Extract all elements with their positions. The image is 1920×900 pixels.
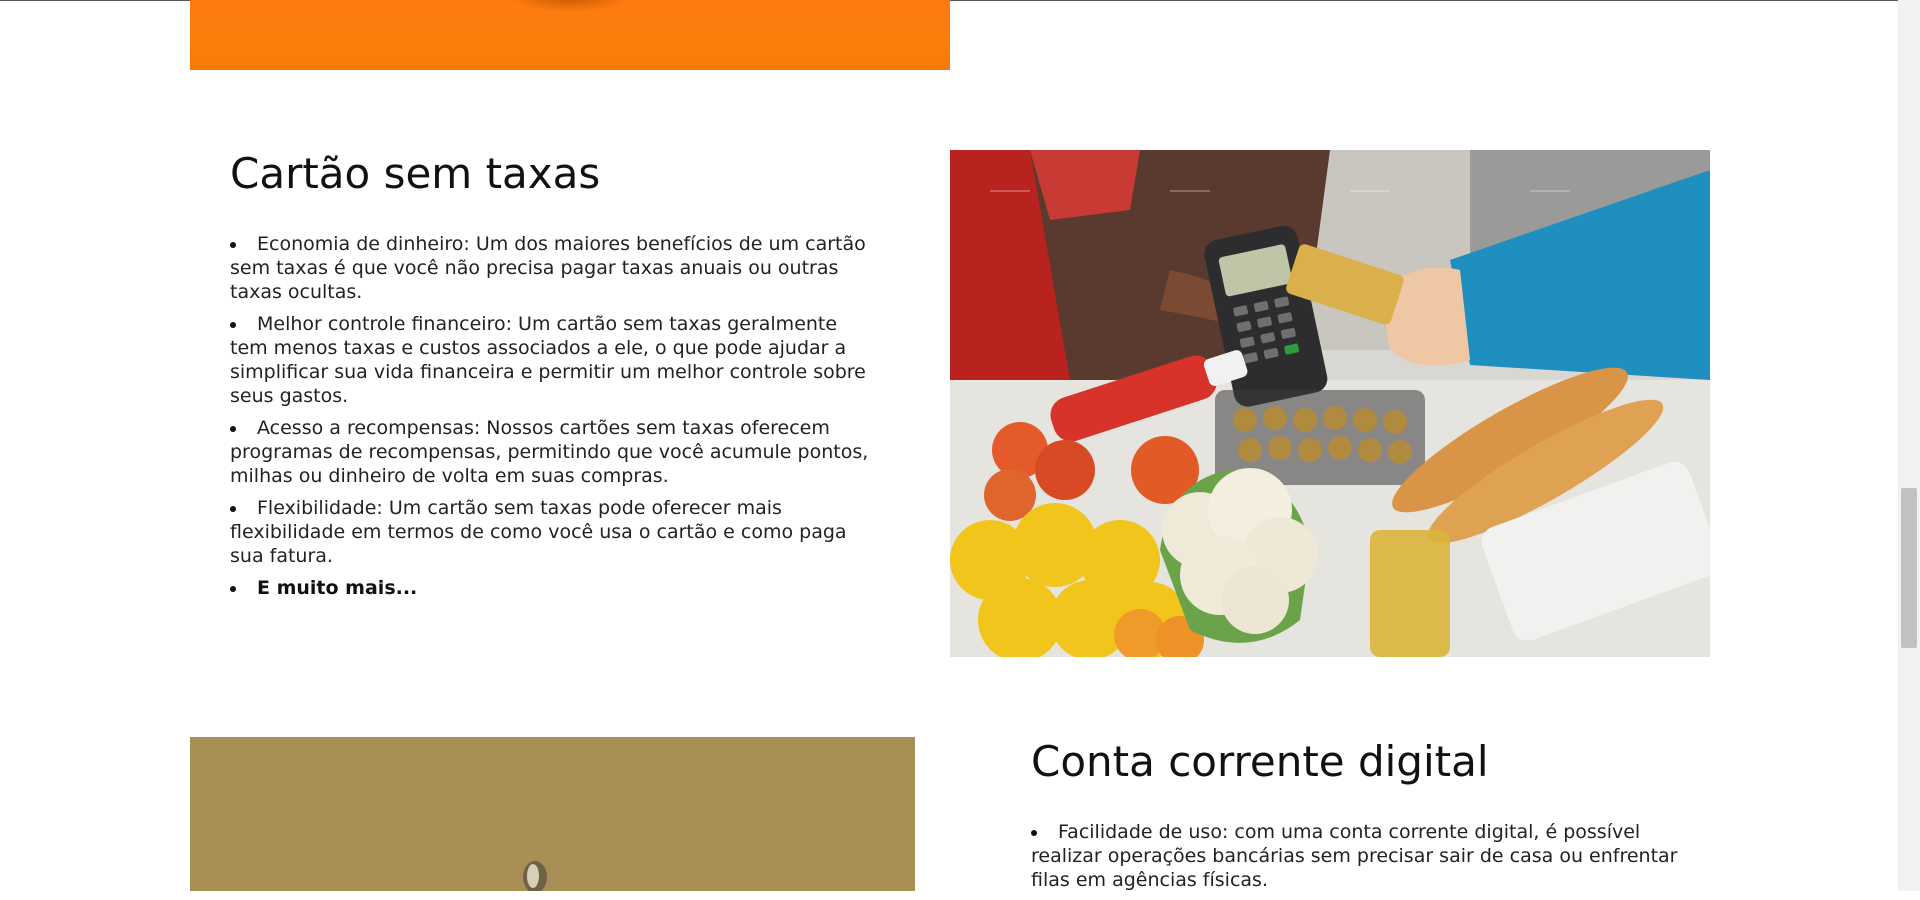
scrollbar-thumb[interactable]	[1901, 488, 1917, 648]
card-benefits-list: Economia de dinheiro: Um dos maiores ben…	[230, 232, 870, 600]
orange-banner-image	[190, 0, 950, 70]
account-benefits-list: Facilidade de uso: com uma conta corrent…	[1031, 820, 1711, 892]
section-title-card: Cartão sem taxas	[230, 149, 601, 198]
coin-photo	[190, 737, 915, 891]
card-payment-groceries-photo	[950, 150, 1710, 657]
list-item-more: E muito mais...	[230, 576, 870, 600]
list-item: Flexibilidade: Um cartão sem taxas pode …	[230, 496, 870, 568]
card-no-fees-section: Cartão sem taxas Economia de dinheiro: U…	[230, 146, 870, 608]
digital-account-section: Conta corrente digital Facilidade de uso…	[1031, 734, 1711, 900]
list-item: Melhor controle financeiro: Um cartão se…	[230, 312, 870, 408]
list-item: Economia de dinheiro: Um dos maiores ben…	[230, 232, 870, 304]
page-scrollbar[interactable]	[1898, 0, 1920, 891]
banner-shadow	[510, 0, 630, 12]
list-item: Acesso a recompensas: Nossos cartões sem…	[230, 417, 869, 487]
section-title-account: Conta corrente digital	[1031, 737, 1489, 786]
list-item: Facilidade de uso: com uma conta corrent…	[1031, 820, 1711, 892]
